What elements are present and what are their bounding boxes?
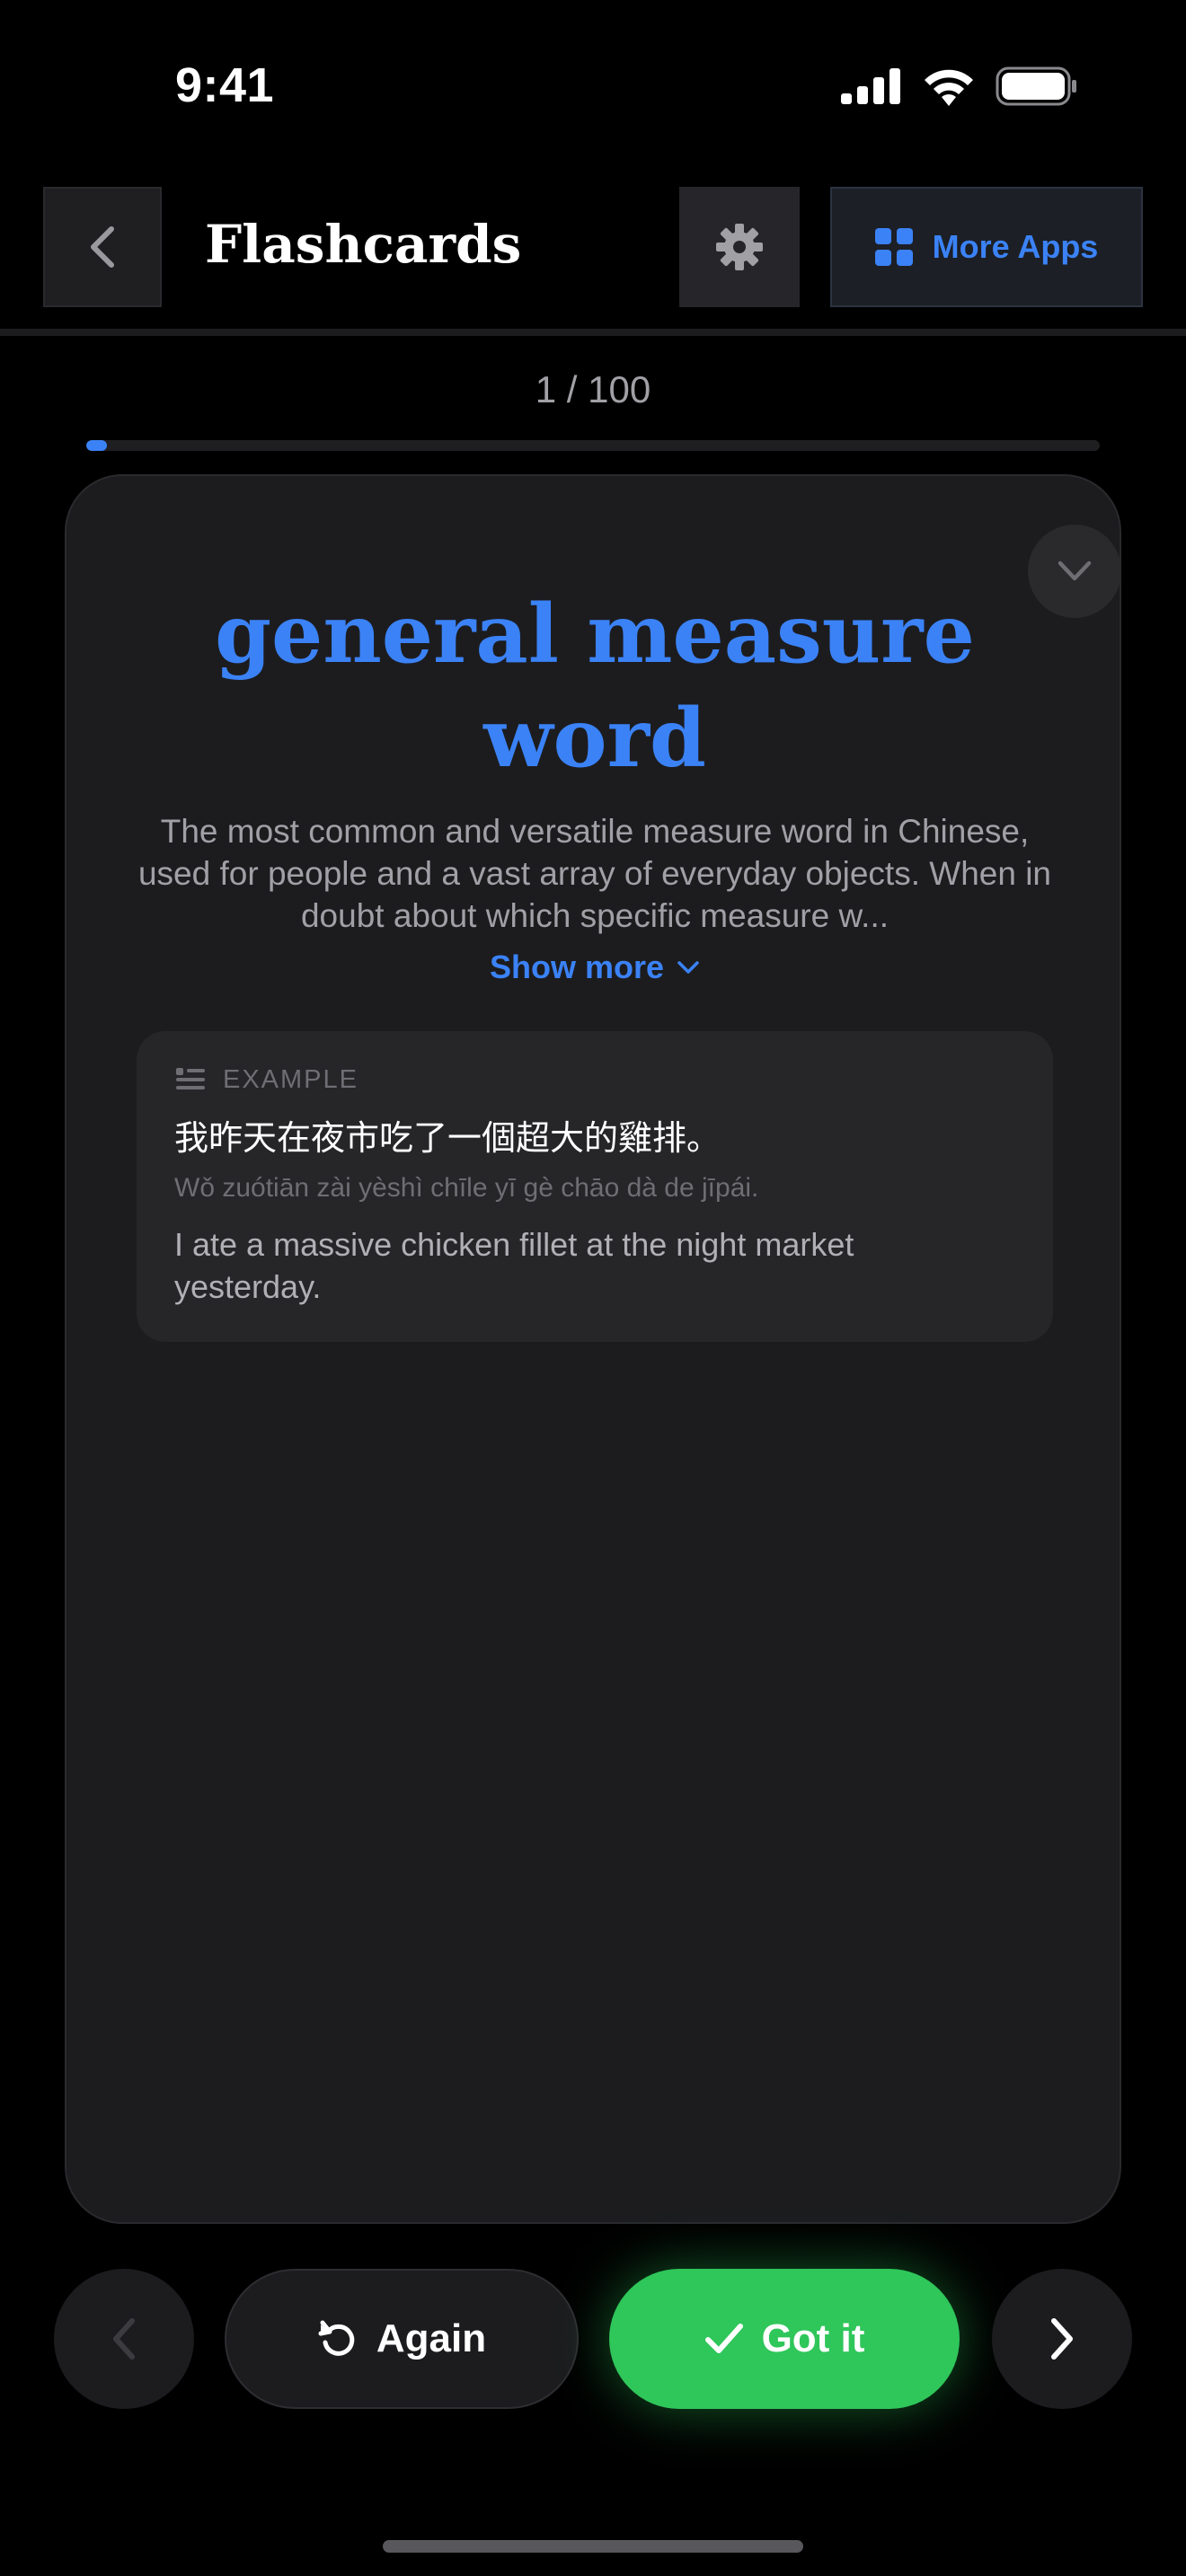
example-sentence-translation: I ate a massive chicken fillet at the ni… bbox=[174, 1226, 854, 1305]
battery-icon bbox=[996, 66, 1076, 106]
status-time: 9:41 bbox=[175, 58, 275, 112]
example-sentence-pinyin: Wǒ zuótiān zài yèshì chīle yī gè chāo dà… bbox=[174, 1173, 759, 1203]
chevron-down-icon bbox=[1058, 560, 1092, 581]
header-divider bbox=[0, 329, 1186, 336]
progress-bar-fill bbox=[86, 440, 107, 451]
status-bar: 9:41 bbox=[0, 0, 1186, 171]
show-more-button[interactable]: Show more bbox=[66, 948, 1123, 986]
again-label: Again bbox=[376, 2316, 487, 2360]
page-title: Flashcards bbox=[205, 214, 522, 275]
cellular-signal-icon bbox=[841, 68, 900, 104]
example-header: EXAMPLE bbox=[176, 1065, 358, 1095]
back-button[interactable] bbox=[43, 187, 162, 307]
example-label: EXAMPLE bbox=[223, 1065, 358, 1094]
card-controls: Again Got it bbox=[0, 2269, 1186, 2409]
again-button[interactable]: Again bbox=[225, 2269, 579, 2409]
home-indicator bbox=[383, 2540, 803, 2553]
card-definition: The most common and versatile measure wo… bbox=[137, 813, 1052, 934]
chevron-down-icon bbox=[677, 961, 699, 974]
got-it-button[interactable]: Got it bbox=[609, 2269, 960, 2409]
checkmark-icon bbox=[704, 2324, 743, 2353]
status-icons bbox=[841, 66, 1078, 106]
grid-icon bbox=[874, 228, 913, 266]
chevron-left-icon bbox=[91, 226, 114, 268]
progress-counter: 1 / 100 bbox=[535, 368, 651, 410]
gear-icon bbox=[716, 224, 763, 270]
wifi-icon bbox=[925, 69, 973, 106]
progress-bar bbox=[86, 440, 1100, 451]
show-more-label: Show more bbox=[489, 948, 665, 985]
example-sentence-hanzi: 我昨天在夜市吃了一個超大的雞排。 bbox=[174, 1118, 721, 1158]
settings-button[interactable] bbox=[679, 187, 800, 307]
previous-card-button[interactable] bbox=[54, 2269, 194, 2409]
chevron-left-icon bbox=[113, 2318, 135, 2360]
flashcard[interactable]: general measure word The most common and… bbox=[65, 474, 1121, 2224]
card-word: general measure word bbox=[215, 587, 975, 786]
chevron-right-icon bbox=[1051, 2318, 1073, 2360]
more-apps-button[interactable]: More Apps bbox=[830, 187, 1143, 307]
got-it-label: Got it bbox=[761, 2316, 865, 2360]
app-header: Flashcards More Apps bbox=[0, 187, 1186, 309]
more-apps-label: More Apps bbox=[932, 228, 1099, 265]
quote-text-icon bbox=[176, 1067, 205, 1090]
example-box: EXAMPLE 我昨天在夜市吃了一個超大的雞排。 Wǒ zuótiān zài … bbox=[137, 1031, 1053, 1342]
rotate-ccw-icon bbox=[318, 2320, 355, 2356]
next-card-button[interactable] bbox=[992, 2269, 1132, 2409]
